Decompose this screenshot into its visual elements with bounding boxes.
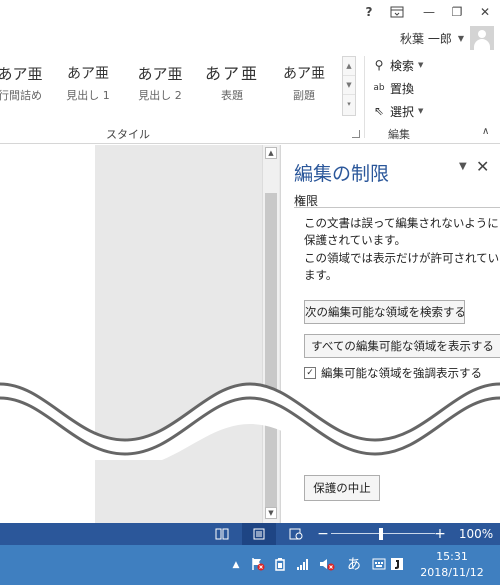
collapse-ribbon-icon[interactable]: ∧ <box>482 126 489 137</box>
binoculars-icon: ⚲ <box>374 58 384 72</box>
style-label: 見出し 1 <box>66 89 110 102</box>
pane-title: 編集の制限 <box>294 163 390 185</box>
web-layout-icon <box>289 528 303 540</box>
cursor-icon: ⇖ <box>373 104 385 118</box>
style-sample: あア亜 <box>0 65 43 83</box>
document-page[interactable] <box>0 145 95 523</box>
zoom-out-button[interactable]: − <box>316 523 330 545</box>
print-layout-button[interactable] <box>242 523 276 545</box>
pane-options-icon[interactable]: ▼ <box>459 161 467 172</box>
divider <box>294 207 500 208</box>
ribbon-display-options-button[interactable] <box>386 2 408 22</box>
find-next-region-button[interactable]: 次の編集可能な領域を検索する <box>304 300 465 324</box>
replace-label: 置換 <box>390 81 415 96</box>
style-sample: あア亜 <box>67 66 109 82</box>
restrict-editing-pane: 編集の制限 ▼ ✕ 権限 この文書は誤って編集されないように保護されています。 … <box>280 145 500 523</box>
replace-button[interactable]: ab 置換 <box>370 78 414 98</box>
show-all-regions-button[interactable]: すべての編集可能な領域を表示する <box>304 334 500 358</box>
styles-gallery-scroll: ▲ ▼ ▾ <box>342 56 356 116</box>
view-only-message: この領域では表示だけが許可されています。 <box>304 251 500 282</box>
zoom-level[interactable]: 100% <box>456 523 496 545</box>
style-item-heading-2[interactable]: あア亜 見出し 2 <box>128 60 192 112</box>
gallery-down-icon[interactable]: ▼ <box>343 76 355 95</box>
action-center-icon[interactable] <box>249 557 267 573</box>
account-name: 秋葉 一郎 <box>400 31 452 46</box>
select-label: 選択 <box>390 104 415 119</box>
style-sample: あア亜 <box>137 65 183 83</box>
help-button[interactable]: ? <box>358 2 380 22</box>
page-layout-icon <box>253 528 265 540</box>
power-icon[interactable] <box>271 557 289 573</box>
chevron-down-icon: ▼ <box>457 33 464 43</box>
screenshot-break-wave <box>0 382 500 460</box>
style-item-title[interactable]: あア亜 表題 <box>200 60 264 112</box>
ime-mode-indicator[interactable]: あ <box>345 557 363 573</box>
editing-group-label: 編集 <box>388 128 410 141</box>
web-layout-button[interactable] <box>284 523 308 545</box>
restore-button[interactable]: ❐ <box>446 2 468 22</box>
status-bar: − + 100% <box>0 523 500 545</box>
app-tray-icon[interactable] <box>388 557 406 573</box>
ribbon-display-icon <box>390 6 404 18</box>
avatar[interactable] <box>470 26 494 50</box>
keyboard-icon[interactable] <box>370 557 388 573</box>
network-icon[interactable] <box>294 557 312 573</box>
clock-date: 2018/11/12 <box>420 566 484 579</box>
clock-time: 15:31 <box>436 550 468 563</box>
ribbon: あア亜 行間詰め あア亜 見出し 1 あア亜 見出し 2 あア亜 表題 あア亜 … <box>0 50 500 144</box>
scroll-up-icon[interactable]: ▲ <box>265 147 277 159</box>
styles-gallery: あア亜 行間詰め あア亜 見出し 1 あア亜 見出し 2 あア亜 表題 あア亜 … <box>0 56 342 110</box>
book-icon <box>215 528 229 540</box>
style-label: 表題 <box>221 89 243 102</box>
taskbar: ▲ あ 15:31 2018/11/12 <box>0 545 500 585</box>
styles-dialog-launcher-icon[interactable] <box>352 130 360 138</box>
volume-muted-icon[interactable] <box>318 557 336 573</box>
gallery-more-icon[interactable]: ▾ <box>343 95 355 114</box>
zoom-slider-thumb[interactable] <box>379 528 383 540</box>
read-mode-button[interactable] <box>210 523 234 545</box>
account-area[interactable]: 秋葉 一郎 ▼ <box>400 26 494 50</box>
show-hidden-icons-icon[interactable]: ▲ <box>227 557 245 573</box>
zoom-slider[interactable] <box>331 533 435 534</box>
scroll-down-icon[interactable]: ▼ <box>265 507 277 519</box>
stop-protection-button[interactable]: 保護の中止 <box>304 475 380 501</box>
zoom-in-button[interactable]: + <box>433 523 447 545</box>
find-label: 検索 <box>390 58 415 73</box>
chevron-down-icon: ▼ <box>418 61 424 69</box>
style-item-heading-1[interactable]: あア亜 見出し 1 <box>56 60 120 112</box>
styles-group-label: スタイル <box>106 128 150 141</box>
close-button[interactable]: ✕ <box>474 2 496 22</box>
protection-message: この文書は誤って編集されないように保護されています。 <box>304 216 499 247</box>
gallery-up-icon[interactable]: ▲ <box>343 57 355 76</box>
document-area[interactable]: ▲ ▼ <box>0 145 280 523</box>
minimize-button[interactable]: — <box>418 2 440 22</box>
group-divider <box>364 56 365 138</box>
chevron-down-icon: ▼ <box>418 107 424 115</box>
clock[interactable]: 15:31 2018/11/12 <box>408 549 496 581</box>
find-button[interactable]: ⚲ 検索 ▼ <box>370 55 424 75</box>
style-item-subtitle[interactable]: あア亜 副題 <box>272 60 336 112</box>
style-label: 見出し 2 <box>138 89 182 102</box>
style-sample: あア亜 <box>283 66 325 82</box>
select-button[interactable]: ⇖ 選択 ▼ <box>370 101 423 121</box>
replace-icon: ab <box>373 83 385 93</box>
style-item-no-spacing[interactable]: あア亜 行間詰め <box>0 60 52 112</box>
style-label: 行間詰め <box>0 89 42 102</box>
vertical-scrollbar[interactable]: ▲ ▼ <box>262 145 279 523</box>
close-icon[interactable]: ✕ <box>476 157 489 176</box>
title-bar: ? — ❐ ✕ <box>0 0 500 24</box>
style-label: 副題 <box>293 89 315 102</box>
style-sample: あア亜 <box>204 64 259 83</box>
